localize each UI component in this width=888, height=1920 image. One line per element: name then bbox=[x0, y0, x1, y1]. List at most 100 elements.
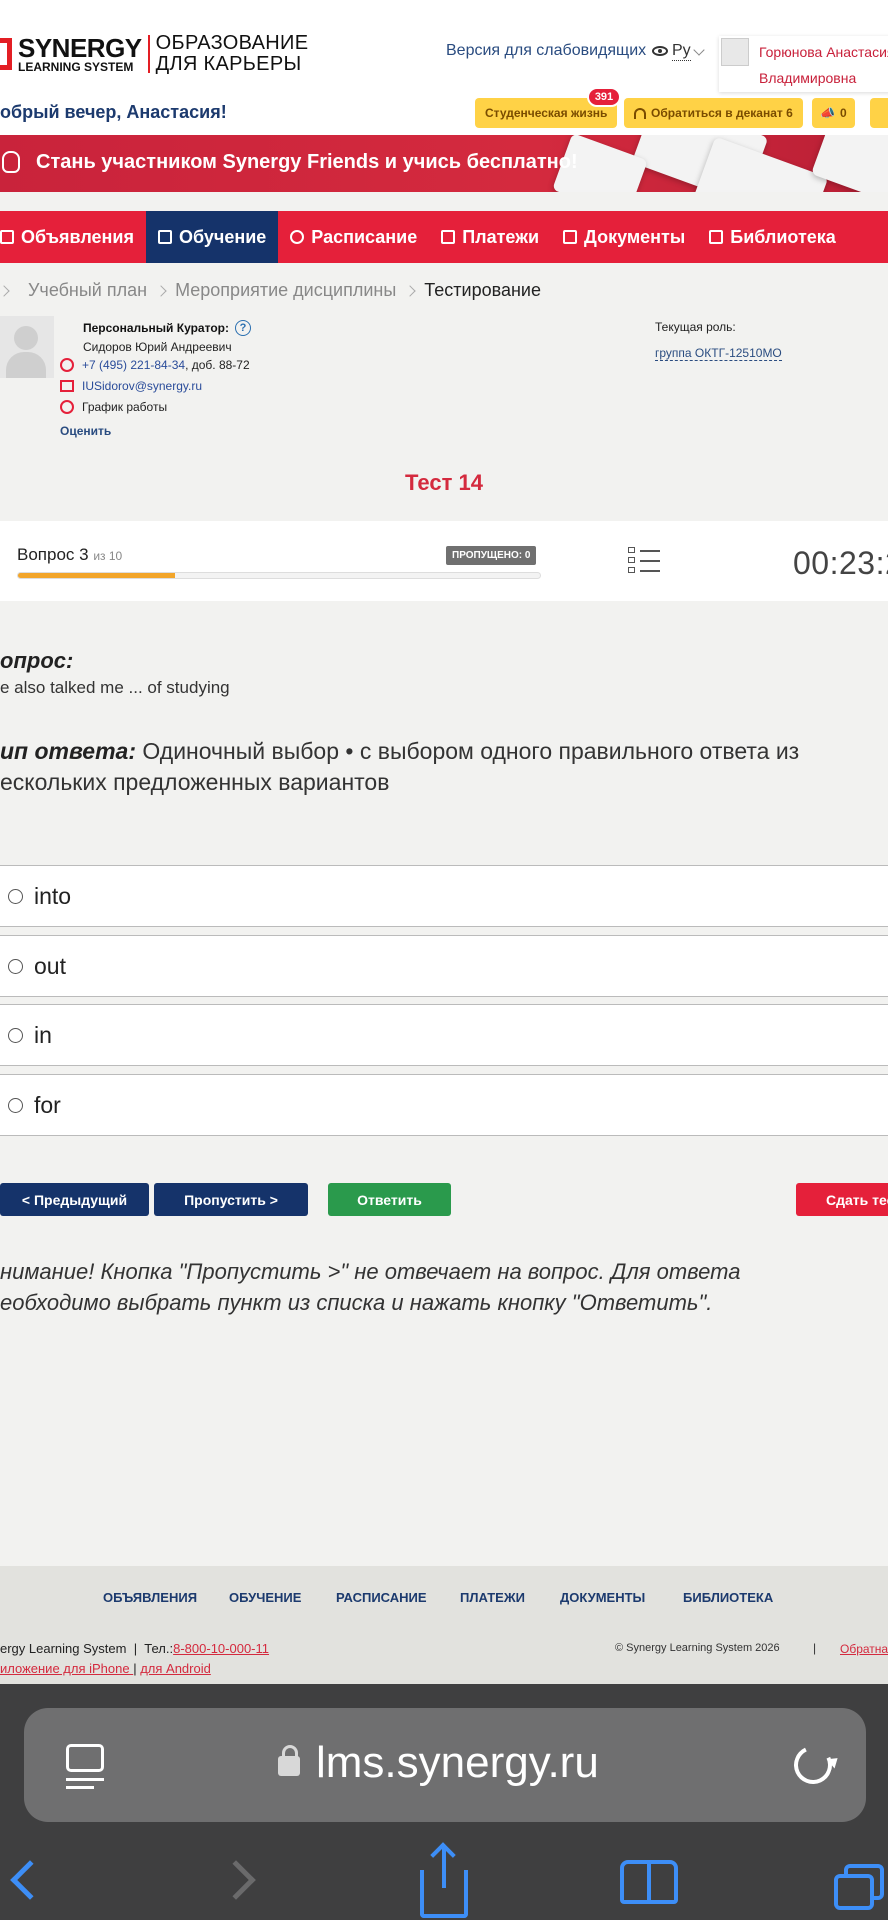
curator-schedule: График работы bbox=[82, 400, 168, 414]
finish-test-button[interactable]: Сдать тест bbox=[796, 1183, 888, 1216]
nav-item-announcements[interactable]: Объявления bbox=[0, 211, 146, 263]
answer-option[interactable]: out bbox=[0, 935, 888, 997]
language-value: Ру bbox=[672, 42, 691, 61]
question-status-bar: Вопрос 3 из 10 ПРОПУЩЕНО: 0 00:23:2 bbox=[0, 521, 888, 601]
curator-phone[interactable]: +7 (495) 221-84-34 bbox=[82, 358, 185, 372]
answer-option[interactable]: for bbox=[0, 1074, 888, 1136]
nav-item-schedule[interactable]: Расписание bbox=[278, 211, 429, 263]
vision-impaired-link[interactable]: Версия для слабовидящих bbox=[446, 42, 669, 60]
news-count: 0 bbox=[839, 106, 847, 120]
question-number: Вопрос 3 из 10 bbox=[17, 545, 122, 565]
warning-line2: еобходимо выбрать пункт из списка и нажа… bbox=[0, 1290, 713, 1315]
curator-schedule-row[interactable]: График работы bbox=[60, 400, 167, 414]
progress-bar bbox=[17, 572, 541, 579]
feedback-link[interactable]: Обратная связь bbox=[840, 1642, 888, 1656]
nav-item-education[interactable]: Обучение bbox=[145, 211, 279, 263]
bookmarks-icon[interactable] bbox=[620, 1860, 682, 1904]
breadcrumb-item[interactable]: Учебный план bbox=[28, 280, 147, 301]
copyright: © Synergy Learning System 2026 bbox=[615, 1642, 780, 1654]
browser-toolbar: lms.synergy.ru bbox=[0, 1684, 888, 1920]
headset-icon bbox=[634, 107, 646, 119]
answer-option[interactable]: in bbox=[0, 1004, 888, 1066]
help-icon[interactable]: ? bbox=[234, 320, 251, 336]
footer-link[interactable]: ДОКУМЕНТЫ bbox=[560, 1590, 645, 1605]
payment-icon bbox=[441, 230, 456, 244]
skipped-badge: ПРОПУЩЕНО: 0 bbox=[446, 546, 537, 565]
greeting: обрый вечер, Анастасия! bbox=[0, 102, 227, 122]
role-value[interactable]: группа ОКТГ-12510МО bbox=[655, 346, 782, 361]
option-label: in bbox=[34, 1021, 52, 1048]
eye-icon bbox=[652, 46, 669, 56]
book-icon bbox=[709, 230, 724, 244]
footer-link[interactable]: БИБЛИОТЕКА bbox=[683, 1590, 773, 1605]
answer-button[interactable]: Ответить bbox=[328, 1183, 451, 1216]
notification-badge: 391 bbox=[587, 87, 621, 107]
reload-icon[interactable] bbox=[788, 1740, 838, 1790]
question-list-icon[interactable] bbox=[628, 547, 660, 575]
back-icon[interactable] bbox=[10, 1860, 50, 1900]
document-icon bbox=[563, 230, 578, 244]
tabs-icon[interactable] bbox=[834, 1864, 886, 1912]
nav-label: Объявления bbox=[21, 226, 134, 247]
page-title: Тест 14 bbox=[405, 470, 483, 495]
iphone-app-link[interactable]: иложение для iPhone bbox=[0, 1661, 133, 1676]
answer-type-text2: ескольких предложенных вариантов bbox=[0, 769, 390, 795]
user-name-line1: Горюнова Анастасия bbox=[759, 44, 888, 60]
headset-icon bbox=[60, 358, 74, 372]
curator-phone-row: +7 (495) 221-84-34, доб. 88-72 bbox=[60, 358, 250, 372]
footer-link[interactable]: РАСПИСАНИЕ bbox=[336, 1590, 427, 1605]
promo-banner[interactable]: Стань участником Synergy Friends и учись… bbox=[0, 135, 888, 192]
footer-phone-link[interactable]: 8-800-10-000-11 bbox=[173, 1641, 269, 1656]
extra-chip[interactable] bbox=[870, 98, 888, 128]
clock-icon bbox=[60, 400, 74, 414]
curator-avatar bbox=[0, 316, 54, 378]
curator-title: Персональный Куратор: ? bbox=[83, 320, 251, 336]
logo-sub: LEARNING SYSTEM bbox=[18, 60, 134, 74]
radio-button[interactable] bbox=[8, 958, 23, 974]
answer-type: ип ответа: Одиночный выбор • с выбором о… bbox=[0, 736, 888, 798]
nav-label: Документы bbox=[584, 226, 686, 247]
news-button[interactable]: 📣 0 bbox=[812, 98, 855, 128]
forward-icon[interactable] bbox=[216, 1860, 256, 1900]
dean-office-button[interactable]: Обратиться в деканат 6 bbox=[624, 98, 803, 128]
vision-label: Версия для слабовидящих bbox=[446, 42, 647, 59]
curator-name: Сидоров Юрий Андреевич bbox=[83, 340, 232, 354]
user-menu[interactable]: Горюнова Анастасия Владимировна bbox=[719, 36, 888, 92]
chevron-right-icon bbox=[0, 284, 10, 297]
radio-button[interactable] bbox=[8, 1027, 23, 1043]
footer-link[interactable]: ОБУЧЕНИЕ bbox=[229, 1590, 301, 1605]
synergy-logo[interactable]: SYNERGY LEARNING SYSTEM ОБРАЗОВАНИЕ ДЛЯ … bbox=[0, 33, 308, 75]
radio-button[interactable] bbox=[8, 1097, 23, 1113]
language-select[interactable]: Ру bbox=[672, 42, 705, 61]
nav-item-payments[interactable]: Платежи bbox=[429, 211, 551, 263]
radio-button[interactable] bbox=[8, 888, 23, 904]
nav-item-documents[interactable]: Документы bbox=[551, 211, 697, 263]
share-icon[interactable] bbox=[420, 1848, 468, 1918]
question-of: из 10 bbox=[93, 549, 123, 563]
answer-option[interactable]: into bbox=[0, 865, 888, 927]
footer-link[interactable]: ПЛАТЕЖИ bbox=[460, 1590, 525, 1605]
lock-icon bbox=[278, 1745, 300, 1776]
answer-type-text: Одиночный выбор • с выбором одного прави… bbox=[136, 738, 800, 764]
android-app-link[interactable]: для Android bbox=[140, 1661, 211, 1676]
reader-mode-icon[interactable] bbox=[66, 1744, 106, 1789]
previous-button[interactable]: < Предыдущий bbox=[0, 1183, 149, 1216]
pointer-hand-icon bbox=[2, 151, 20, 173]
footer-link[interactable]: ОБЪЯВЛЕНИЯ bbox=[103, 1590, 197, 1605]
student-life-label: Студенческая жизнь bbox=[485, 106, 608, 120]
logo-main: SYNERGY bbox=[18, 33, 142, 63]
logo-separator bbox=[147, 35, 150, 73]
footer-apps: иложение для iPhone | для Android bbox=[0, 1661, 211, 1676]
address-bar[interactable]: lms.synergy.ru bbox=[24, 1708, 866, 1822]
curator-email[interactable]: IUSidorov@synergy.ru bbox=[82, 379, 202, 393]
nav-item-library[interactable]: Библиотека bbox=[697, 211, 848, 263]
footer-separator: | bbox=[813, 1641, 817, 1655]
clock-icon bbox=[290, 230, 305, 244]
curator-ext: , доб. 88-72 bbox=[185, 358, 250, 372]
skip-button[interactable]: Пропустить > bbox=[154, 1183, 308, 1216]
chevron-down-icon bbox=[693, 43, 705, 56]
breadcrumb-item[interactable]: Мероприятие дисциплины bbox=[175, 280, 396, 301]
progress-fill bbox=[18, 573, 175, 578]
logo-mark-icon bbox=[0, 38, 12, 70]
rate-link[interactable]: Оценить bbox=[60, 424, 111, 438]
